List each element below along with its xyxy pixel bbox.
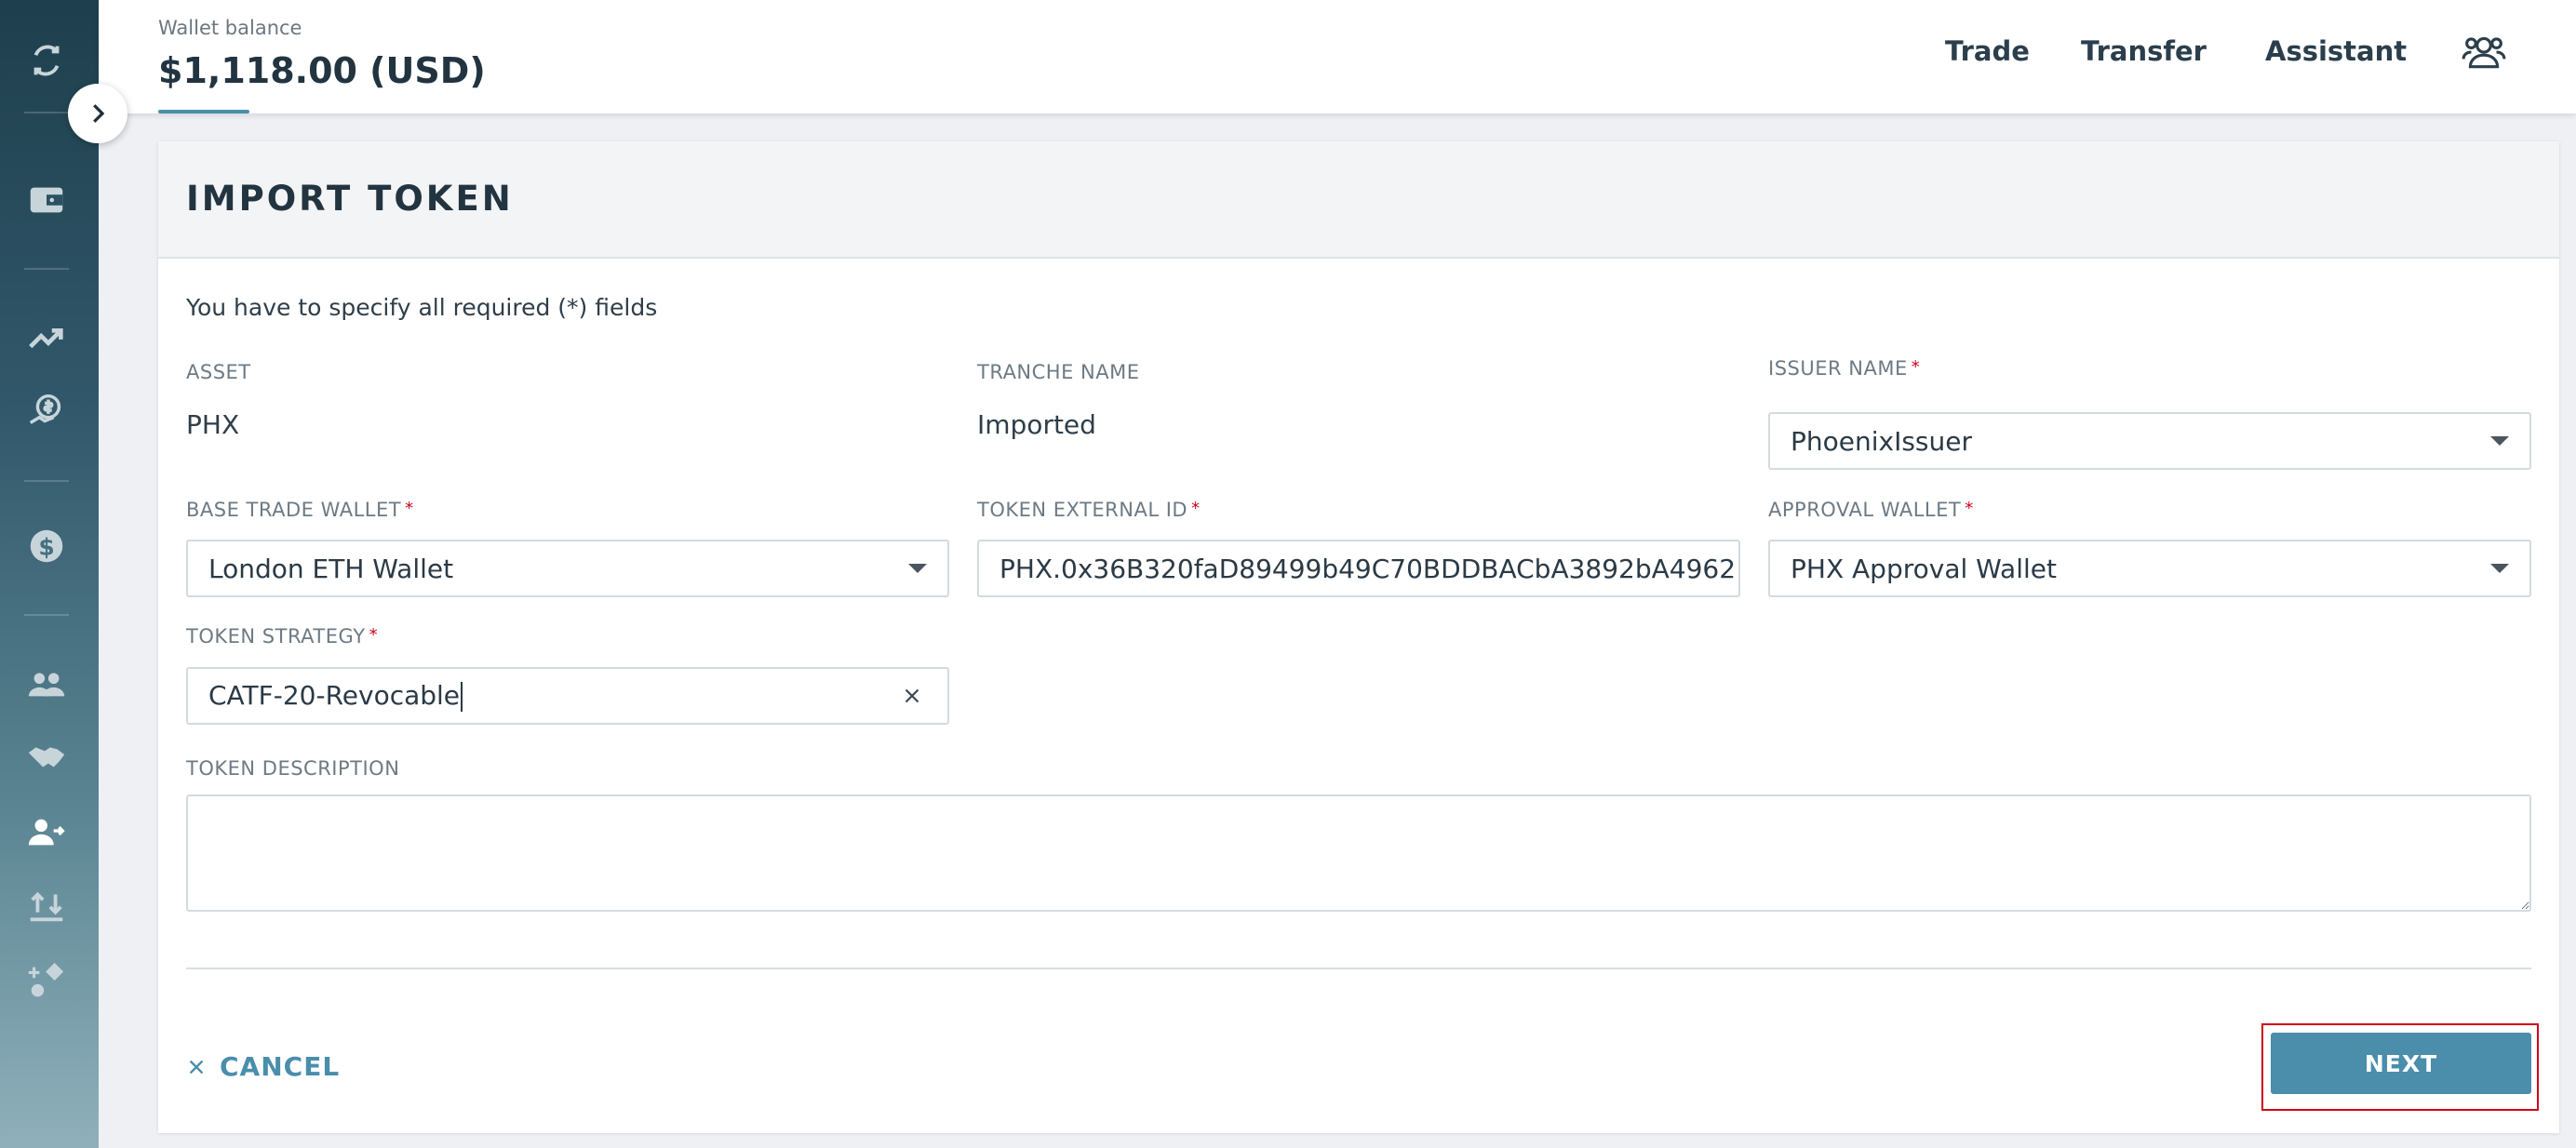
shapes-icon[interactable]	[23, 958, 70, 1005]
required-fields-note: You have to specify all required (*) fie…	[186, 294, 658, 321]
svg-text:$: $	[38, 534, 54, 561]
approval-wallet-label: APPROVAL WALLET *	[1768, 499, 1974, 521]
required-star: *	[1191, 499, 1201, 518]
user-group-icon[interactable]	[2461, 28, 2507, 74]
import-token-card: IMPORT TOKEN You have to specify all req…	[158, 141, 2559, 1133]
wallet-balance-label: Wallet balance	[158, 17, 302, 39]
sidebar-separator	[24, 614, 69, 616]
token-strategy-label: TOKEN STRATEGY *	[186, 625, 378, 647]
text-cursor	[461, 682, 463, 712]
nav-assistant[interactable]: Assistant	[2265, 35, 2407, 67]
token-description-textarea[interactable]	[186, 794, 2531, 912]
logo-icon[interactable]	[23, 37, 70, 84]
approval-wallet-select[interactable]: PHX Approval Wallet	[1768, 540, 2531, 597]
required-star: *	[1965, 499, 1974, 518]
sidebar-expand-button[interactable]	[68, 84, 127, 143]
issuer-name-select[interactable]: PhoenixIssuer	[1768, 412, 2531, 470]
base-trade-wallet-label: BASE TRADE WALLET *	[186, 499, 414, 521]
close-icon	[189, 1060, 204, 1074]
sidebar-separator	[24, 480, 69, 482]
caret-down-icon	[2490, 436, 2509, 446]
next-button[interactable]: NEXT	[2271, 1033, 2531, 1094]
asset-label: ASSET	[186, 361, 251, 383]
import-icon[interactable]	[23, 882, 70, 928]
cancel-button[interactable]: CANCEL	[186, 1051, 340, 1082]
issuer-name-label: ISSUER NAME *	[1768, 357, 1920, 380]
base-trade-wallet-selected: London ETH Wallet	[208, 553, 454, 584]
top-header: Wallet balance $1,118.00 (USD) Trade Tra…	[99, 0, 2576, 113]
handshake-icon[interactable]	[23, 733, 70, 780]
token-strategy-label-text: TOKEN STRATEGY	[186, 625, 366, 647]
wallet-icon[interactable]	[23, 177, 70, 223]
base-trade-wallet-select[interactable]: London ETH Wallet	[186, 540, 949, 597]
card-header: IMPORT TOKEN	[158, 141, 2559, 259]
form-divider	[186, 968, 2531, 969]
tranche-name-value: Imported	[977, 409, 1096, 440]
people-icon[interactable]	[23, 661, 70, 707]
asset-value: PHX	[186, 409, 240, 440]
approval-wallet-selected: PHX Approval Wallet	[1791, 553, 2057, 584]
chevron-right-icon	[93, 104, 105, 123]
required-star: *	[405, 499, 414, 518]
token-strategy-value-wrap: CATF-20-Revocable	[188, 680, 893, 712]
wallet-balance-underline	[158, 110, 249, 113]
base-trade-wallet-label-text: BASE TRADE WALLET	[186, 499, 402, 521]
token-strategy-input[interactable]: CATF-20-Revocable	[186, 667, 949, 725]
caret-down-icon	[2490, 564, 2509, 573]
token-description-label: TOKEN DESCRIPTION	[186, 757, 400, 780]
page-title: IMPORT TOKEN	[186, 179, 514, 219]
sidebar-separator	[24, 112, 69, 113]
token-external-id-input[interactable]: PHX.0x36B320faD89499b49C70BDDBACbA3892bA…	[977, 540, 1740, 597]
issuer-name-selected: PhoenixIssuer	[1791, 425, 1973, 457]
user-transfer-icon[interactable]	[23, 809, 70, 856]
tranche-name-label: TRANCHE NAME	[977, 361, 1140, 383]
issuer-name-label-text: ISSUER NAME	[1768, 357, 1908, 380]
required-star: *	[1911, 357, 1921, 377]
token-external-id-label-text: TOKEN EXTERNAL ID	[977, 499, 1188, 521]
token-external-id-label: TOKEN EXTERNAL ID *	[977, 499, 1201, 521]
wallet-balance-value: $1,118.00 (USD)	[158, 50, 486, 91]
token-external-id-value: PHX.0x36B320faD89499b49C70BDDBACbA3892bA…	[1000, 553, 1737, 584]
nav-trade[interactable]: Trade	[1945, 35, 2030, 67]
dollar-coin-icon[interactable]: $	[23, 523, 70, 569]
chart-trend-icon[interactable]	[23, 314, 70, 361]
sidebar-separator	[24, 268, 69, 270]
approval-wallet-label-text: APPROVAL WALLET	[1768, 499, 1962, 521]
caret-down-icon	[908, 564, 927, 573]
token-strategy-value: CATF-20-Revocable	[208, 680, 461, 711]
sidebar: $	[0, 0, 99, 1148]
nav-transfer[interactable]: Transfer	[2081, 35, 2207, 67]
required-star: *	[369, 625, 379, 645]
clear-icon[interactable]	[893, 677, 931, 714]
cancel-label: CANCEL	[220, 1051, 341, 1082]
dollar-tag-icon[interactable]	[23, 387, 70, 434]
